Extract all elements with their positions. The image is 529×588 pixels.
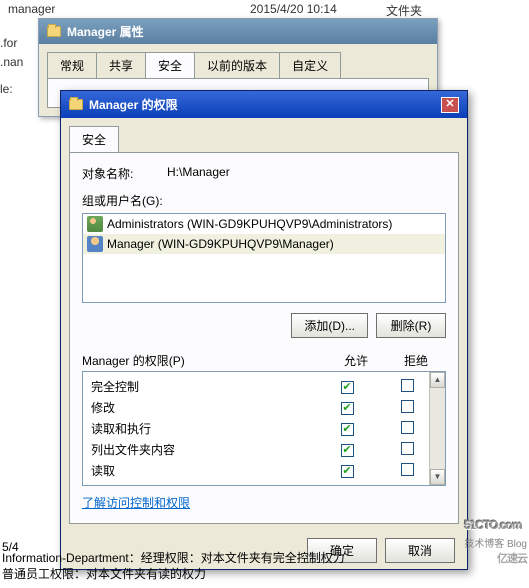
allow-checkbox[interactable]	[341, 444, 354, 457]
deny-header: 拒绝	[386, 352, 446, 369]
folder-icon	[47, 26, 61, 37]
bg-folder-name: manager	[8, 2, 55, 16]
bg-left-2: .nan	[0, 55, 23, 69]
deny-checkbox[interactable]	[401, 442, 414, 455]
list-item[interactable]: Manager (WIN-GD9KPUHQVP9\Manager)	[83, 234, 445, 254]
user-list[interactable]: Administrators (WIN-GD9KPUHQVP9\Administ…	[82, 213, 446, 303]
footer-text: Information-Department：经理权限：对本文件夹有完全控制权力…	[2, 550, 409, 582]
scrollbar[interactable]: ▲ ▼	[429, 372, 445, 485]
perm-name: 完全控制	[91, 378, 317, 395]
object-name-label: 对象名称:	[82, 165, 167, 182]
perm-name: 列出文件夹内容	[91, 441, 317, 458]
tab-sharing[interactable]: 共享	[96, 52, 146, 78]
perm-row: 列出文件夹内容	[85, 439, 443, 460]
add-button[interactable]: 添加(D)...	[291, 313, 368, 338]
perm-name: 修改	[91, 399, 317, 416]
allow-checkbox[interactable]	[341, 465, 354, 478]
allow-checkbox[interactable]	[341, 402, 354, 415]
bg-left-3: le:	[0, 82, 13, 96]
tab-security-inner[interactable]: 安全	[69, 126, 119, 152]
properties-tabs: 常规 共享 安全 以前的版本 自定义	[47, 52, 429, 78]
watermark: 51CTO.com 技术博客 Blog 亿速云	[464, 509, 527, 566]
security-panel: 对象名称: H:\Manager 组或用户名(G): Administrator…	[69, 152, 459, 524]
perm-name: 读取	[91, 462, 317, 479]
close-icon[interactable]: ✕	[441, 97, 459, 113]
permissions-dialog: Manager 的权限 ✕ 安全 对象名称: H:\Manager 组或用户名(…	[60, 90, 468, 570]
group-icon	[87, 216, 103, 232]
allow-header: 允许	[326, 352, 386, 369]
properties-title: Manager 属性	[67, 23, 144, 40]
scroll-down-icon[interactable]: ▼	[430, 469, 445, 485]
tab-previous-versions[interactable]: 以前的版本	[194, 52, 280, 78]
deny-checkbox[interactable]	[401, 379, 414, 392]
properties-titlebar[interactable]: Manager 属性	[39, 19, 437, 44]
list-item[interactable]: Administrators (WIN-GD9KPUHQVP9\Administ…	[83, 214, 445, 234]
allow-checkbox[interactable]	[341, 423, 354, 436]
user-name: Manager (WIN-GD9KPUHQVP9\Manager)	[107, 237, 334, 251]
permissions-for-label: Manager 的权限(P)	[82, 352, 326, 369]
folder-icon	[69, 99, 83, 110]
user-name: Administrators (WIN-GD9KPUHQVP9\Administ…	[107, 217, 392, 231]
bg-type: 文件夹	[386, 2, 422, 19]
user-icon	[87, 236, 103, 252]
scroll-up-icon[interactable]: ▲	[430, 372, 445, 388]
perm-name: 读取和执行	[91, 420, 317, 437]
bg-date: 2015/4/20 10:14	[250, 2, 337, 16]
perm-row: 读取和执行	[85, 418, 443, 439]
learn-acl-link[interactable]: 了解访问控制和权限	[82, 494, 190, 511]
allow-checkbox[interactable]	[341, 381, 354, 394]
tab-customize[interactable]: 自定义	[279, 52, 341, 78]
perm-row: 读取	[85, 460, 443, 481]
perm-row: 完全控制	[85, 376, 443, 397]
tab-security[interactable]: 安全	[145, 52, 195, 78]
remove-button[interactable]: 删除(R)	[376, 313, 446, 338]
perm-row: 修改	[85, 397, 443, 418]
deny-checkbox[interactable]	[401, 463, 414, 476]
deny-checkbox[interactable]	[401, 421, 414, 434]
permissions-title: Manager 的权限	[89, 96, 178, 113]
deny-checkbox[interactable]	[401, 400, 414, 413]
tab-general[interactable]: 常规	[47, 52, 97, 78]
bg-left-1: .for	[0, 36, 17, 50]
permissions-titlebar[interactable]: Manager 的权限 ✕	[61, 91, 467, 118]
permission-list: 完全控制 修改 读取和执行 列出文件夹内容 读取	[82, 371, 446, 486]
object-name-value: H:\Manager	[167, 165, 230, 182]
group-users-label: 组或用户名(G):	[82, 192, 446, 209]
